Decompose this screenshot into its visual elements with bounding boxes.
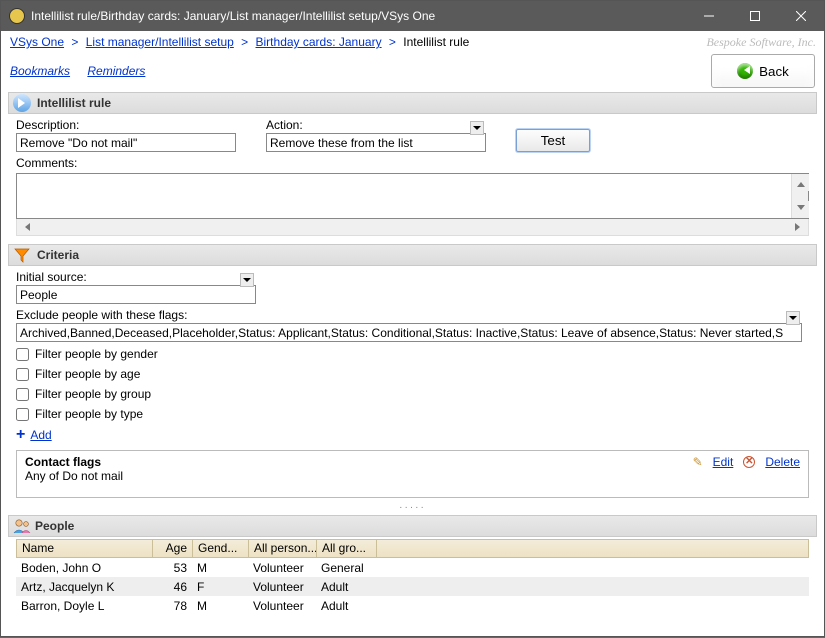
col-name[interactable]: Name — [17, 540, 153, 557]
pencil-icon: ✎ — [693, 455, 703, 469]
scroll-left-icon[interactable] — [17, 219, 34, 234]
action-label: Action: — [266, 118, 486, 132]
table-row[interactable]: Boden, John O 53 M Volunteer General — [16, 558, 809, 577]
filter-type-checkbox[interactable] — [16, 408, 29, 421]
plus-icon: + — [16, 429, 25, 441]
col-age[interactable]: Age — [153, 540, 193, 557]
cell-gender: F — [192, 579, 248, 595]
cell-gender: M — [192, 598, 248, 614]
back-button-label: Back — [759, 64, 789, 79]
exclude-flags-select[interactable] — [16, 323, 802, 342]
breadcrumb-link[interactable]: VSys One — [10, 35, 64, 49]
test-button[interactable]: Test — [516, 129, 590, 152]
chevron-right-icon: > — [71, 35, 78, 49]
titlebar[interactable]: Intellilist rule/Birthday cards: January… — [1, 1, 824, 31]
comments-textarea[interactable] — [16, 173, 809, 219]
horizontal-scrollbar[interactable] — [16, 219, 809, 236]
contact-flags-title: Contact flags — [25, 455, 800, 469]
initial-source-select[interactable] — [16, 285, 256, 304]
filter-type-label: Filter people by type — [35, 407, 143, 421]
cell-age: 78 — [152, 598, 192, 614]
cell-name: Artz, Jacquelyn K — [16, 579, 152, 595]
chevron-right-icon: > — [241, 35, 248, 49]
chevron-right-icon: > — [389, 35, 396, 49]
vertical-scrollbar[interactable] — [791, 174, 808, 218]
filter-group-label: Filter people by group — [35, 387, 151, 401]
filter-age-label: Filter people by age — [35, 367, 140, 381]
scroll-down-icon[interactable] — [792, 201, 809, 218]
section-title: Criteria — [37, 248, 79, 262]
description-label: Description: — [16, 118, 236, 132]
delete-link[interactable]: Delete — [765, 455, 800, 469]
dropdown-arrow-icon[interactable] — [240, 273, 254, 287]
scroll-right-icon[interactable] — [791, 219, 808, 234]
col-person[interactable]: All person... — [249, 540, 317, 557]
people-table-header[interactable]: Name Age Gend... All person... All gro..… — [16, 539, 809, 558]
table-row[interactable]: Artz, Jacquelyn K 46 F Volunteer Adult — [16, 577, 809, 596]
splitter-grip-icon[interactable]: ····· — [4, 502, 821, 513]
exclude-flags-label: Exclude people with these flags: — [16, 308, 802, 322]
minimize-button[interactable] — [686, 1, 732, 31]
delete-circle-icon: ✕ — [743, 456, 755, 468]
dropdown-arrow-icon[interactable] — [470, 121, 484, 135]
back-button[interactable]: Back — [711, 54, 815, 88]
contact-flags-subtitle: Any of Do not mail — [25, 469, 800, 483]
table-row[interactable]: Barron, Doyle L 78 M Volunteer Adult — [16, 596, 809, 615]
reminders-link[interactable]: Reminders — [87, 64, 145, 78]
add-filter-row: + Add — [4, 424, 821, 446]
funnel-icon — [13, 246, 31, 264]
edit-link[interactable]: Edit — [713, 455, 734, 469]
cell-person: Volunteer — [248, 598, 316, 614]
action-select[interactable] — [266, 133, 486, 152]
cell-age: 53 — [152, 560, 192, 576]
link-bar: Bookmarks Reminders — [10, 64, 159, 78]
section-header-rule[interactable]: Intellilist rule — [8, 92, 817, 114]
cell-age: 46 — [152, 579, 192, 595]
initial-source-label: Initial source: — [16, 270, 256, 284]
window-title: Intellilist rule/Birthday cards: January… — [31, 9, 686, 23]
close-button[interactable] — [778, 1, 824, 31]
col-groups[interactable]: All gro... — [317, 540, 377, 557]
bookmarks-link[interactable]: Bookmarks — [10, 64, 70, 78]
app-icon — [9, 8, 25, 24]
people-icon — [13, 518, 31, 534]
play-circle-icon — [13, 94, 31, 112]
dropdown-arrow-icon[interactable] — [786, 311, 800, 325]
breadcrumb-link[interactable]: Birthday cards: January — [256, 35, 382, 49]
breadcrumb-link[interactable]: List manager/Intellilist setup — [86, 35, 234, 49]
cell-gender: M — [192, 560, 248, 576]
section-title: People — [35, 519, 74, 533]
cell-person: Volunteer — [248, 560, 316, 576]
cell-name: Barron, Doyle L — [16, 598, 152, 614]
scroll-up-icon[interactable] — [792, 174, 809, 191]
cell-groups: General — [316, 560, 376, 576]
filter-group-checkbox[interactable] — [16, 388, 29, 401]
brand-label: Bespoke Software, Inc. — [706, 35, 816, 50]
section-header-criteria[interactable]: Criteria — [8, 244, 817, 266]
cell-name: Boden, John O — [16, 560, 152, 576]
filter-gender-label: Filter people by gender — [35, 347, 158, 361]
cell-person: Volunteer — [248, 579, 316, 595]
add-link[interactable]: Add — [30, 428, 51, 442]
section-header-people[interactable]: People — [8, 515, 817, 537]
comments-label: Comments: — [16, 156, 809, 171]
maximize-button[interactable] — [732, 1, 778, 31]
description-input[interactable] — [16, 133, 236, 152]
breadcrumb-current: Intellilist rule — [403, 35, 469, 49]
cell-groups: Adult — [316, 598, 376, 614]
filter-age-checkbox[interactable] — [16, 368, 29, 381]
filter-gender-checkbox[interactable] — [16, 348, 29, 361]
breadcrumb: VSys One > List manager/Intellilist setu… — [4, 32, 821, 52]
back-arrow-icon — [737, 63, 753, 79]
section-title: Intellilist rule — [37, 96, 111, 110]
cell-groups: Adult — [316, 579, 376, 595]
col-gender[interactable]: Gend... — [193, 540, 249, 557]
contact-flags-panel: Contact flags Any of Do not mail ✎ Edit … — [16, 450, 809, 498]
